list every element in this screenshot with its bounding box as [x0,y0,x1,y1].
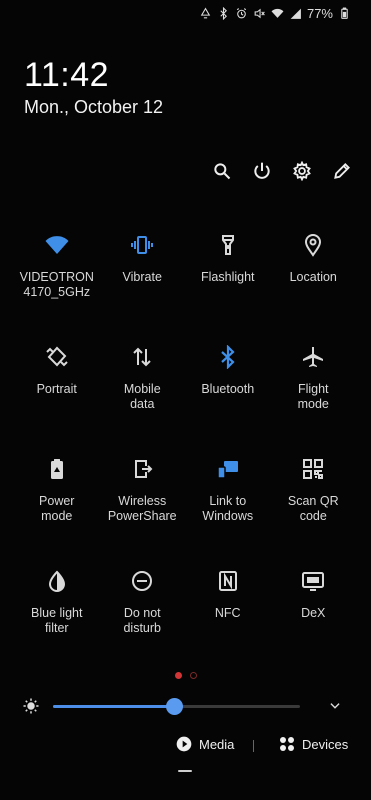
settings-button[interactable] [291,160,313,182]
airplane-icon [299,340,327,374]
bluetooth-status-icon [220,6,227,20]
tile-label: Wireless PowerShare [107,494,177,523]
divider [253,740,254,752]
media-label: Media [199,736,235,752]
tile-flashlight[interactable]: Flashlight [185,228,271,340]
tile-power-mode[interactable]: Power mode [14,452,100,564]
page-dot[interactable] [189,672,197,679]
qr-code-icon [299,452,327,486]
tile-scan-qr[interactable]: Scan QR code [271,452,357,564]
status-bar: 77% [199,4,351,22]
devices-grid-icon [280,737,294,751]
power-icon [254,162,270,179]
brightness-fill [53,705,175,708]
tile-label: Scan QR code [287,494,339,523]
quick-settings-grid: VIDEOTRON 4170_5GHz Vibrate Flashlight L… [14,228,356,676]
tile-mobile-data[interactable]: Mobile data [100,340,186,452]
edit-button[interactable] [331,160,353,182]
search-icon [214,163,231,180]
drag-handle[interactable] [178,770,192,772]
panel-bottom-bar: Media Devices [0,734,371,758]
battery-icon [341,7,348,19]
power-mode-icon [43,452,71,486]
media-button[interactable]: Media [176,736,234,752]
rotate-icon [43,340,71,374]
wifi-icon [43,228,71,262]
tile-do-not-disturb[interactable]: Do not disturb [100,564,186,676]
mute-icon [254,8,265,18]
vibrate-icon [128,228,156,262]
nfc-icon [214,564,242,598]
page-indicator [0,672,371,679]
tile-label: Power mode [39,494,75,523]
tile-label: Flashlight [201,270,255,284]
location-icon [299,228,327,262]
play-icon [176,736,192,752]
power-button[interactable] [251,160,273,182]
mobile-data-icon [128,340,156,374]
devices-label: Devices [302,736,349,752]
tile-label: Location [289,270,337,284]
tile-blue-light-filter[interactable]: Blue light filter [14,564,100,676]
powershare-icon [128,452,156,486]
battery-percent: 77% [306,5,333,21]
dex-icon [299,564,327,598]
brightness-control [20,696,351,716]
tile-label: Bluetooth [201,382,255,396]
brightness-slider[interactable] [53,698,300,715]
tile-label: Portrait [36,382,77,396]
brightness-icon [23,698,39,714]
tile-dex[interactable]: DeX [271,564,357,676]
signal-icon [290,8,301,19]
blue-light-icon [43,564,71,598]
tile-label: NFC [214,606,241,620]
tile-label: VIDEOTRON 4170_5GHz [19,270,94,299]
tile-vibrate[interactable]: Vibrate [100,228,186,340]
page-dot-active[interactable] [174,672,182,679]
tile-flight-mode[interactable]: Flight mode [271,340,357,452]
chevron-down-icon[interactable] [327,699,343,713]
tile-bluetooth[interactable]: Bluetooth [185,340,271,452]
bluetooth-icon [214,340,242,374]
flashlight-icon [214,228,242,262]
pencil-icon [334,163,350,179]
clock-date[interactable]: Mon., October 12 [24,97,163,118]
tile-label: DeX [301,606,326,620]
tile-wifi[interactable]: VIDEOTRON 4170_5GHz [14,228,100,340]
tile-label: Do not disturb [123,606,162,635]
brightness-thumb[interactable] [166,698,184,715]
tile-label: Mobile data [123,382,161,411]
tile-location[interactable]: Location [271,228,357,340]
gear-icon [293,161,311,181]
search-button[interactable] [211,160,233,182]
wifi-status-icon [271,8,284,18]
tile-nfc[interactable]: NFC [185,564,271,676]
recycle-icon [200,7,211,18]
tile-link-to-windows[interactable]: Link to Windows [185,452,271,564]
tile-label: Flight mode [297,382,329,411]
tile-label: Blue light filter [31,606,83,635]
tile-label: Vibrate [122,270,162,284]
tile-wireless-powershare[interactable]: Wireless PowerShare [100,452,186,564]
tile-label: Link to Windows [202,494,254,523]
devices-button[interactable]: Devices [279,736,348,752]
alarm-icon [236,7,247,18]
link-to-windows-icon [214,452,242,486]
panel-actions [211,160,353,182]
tile-portrait[interactable]: Portrait [14,340,100,452]
clock-time[interactable]: 11:42 [24,56,109,95]
do-not-disturb-icon [128,564,156,598]
